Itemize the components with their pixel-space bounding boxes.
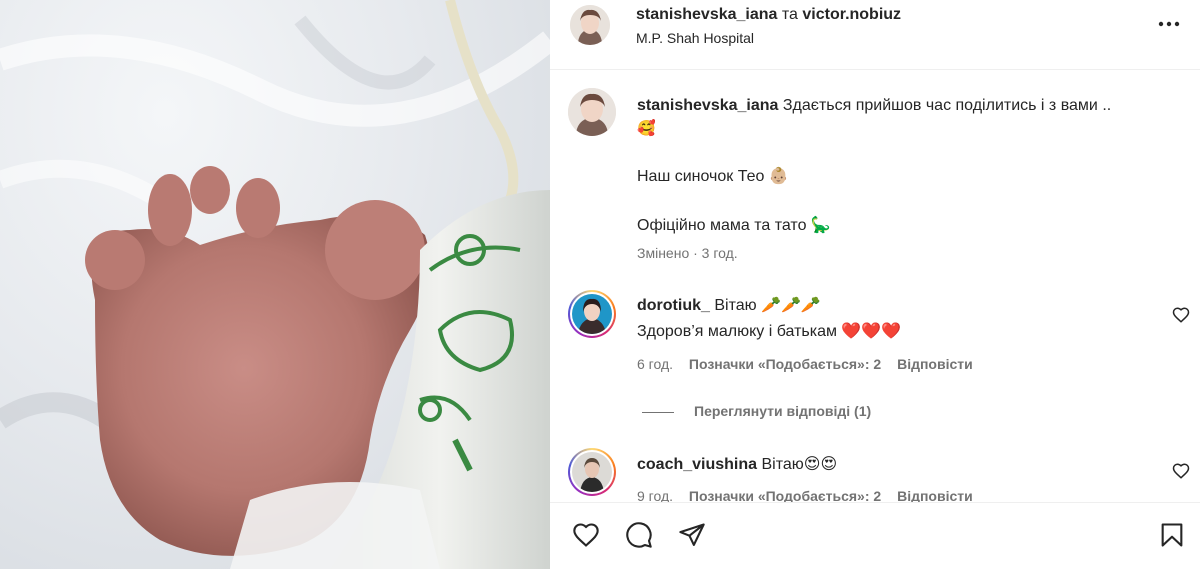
author-avatar[interactable]: [570, 5, 610, 45]
heart-icon: [1172, 463, 1190, 479]
comment-body: dorotiuk_ Вітаю 🥕🥕🥕: [637, 294, 821, 317]
comment-likes-button[interactable]: Позначки «Подобається»: 2: [689, 356, 881, 372]
avatar-image: [568, 88, 616, 136]
bookmark-icon: [1161, 523, 1183, 547]
view-replies-button[interactable]: Переглянути відповіді (1): [642, 403, 871, 419]
heart-icon: [573, 523, 599, 547]
comment-button[interactable]: [625, 521, 653, 549]
comment-text: Вітаю😍😍: [761, 456, 838, 473]
comment-icon: [626, 522, 652, 548]
author-username[interactable]: stanishevska_iana: [636, 6, 777, 23]
collaborator-username[interactable]: victor.nobiuz: [802, 6, 901, 23]
comment-like-button[interactable]: [1172, 462, 1190, 480]
comments-section[interactable]: stanishevska_iana Здається прийшов час п…: [550, 70, 1200, 502]
more-options-button[interactable]: [1156, 11, 1182, 37]
caption-first-line: stanishevska_iana Здається прийшов час п…: [637, 94, 1177, 140]
caption-meta: Змінено · 3 год.: [637, 245, 738, 261]
comment-meta: 6 год. Позначки «Подобається»: 2 Відпові…: [637, 356, 973, 372]
comment-reply-button[interactable]: Відповісти: [897, 356, 973, 372]
commenter-avatar[interactable]: [568, 290, 616, 338]
avatar-image: [572, 452, 612, 492]
caption-line-2: Наш синочок Тео 👶🏼: [637, 168, 789, 185]
comment-meta: 9 год. Позначки «Подобається»: 2 Відпові…: [637, 488, 973, 502]
comment-username[interactable]: coach_viushina: [637, 456, 757, 473]
more-horizontal-icon: [1158, 21, 1180, 27]
comment-time: 6 год.: [637, 356, 674, 372]
caption-avatar[interactable]: [568, 88, 616, 136]
caption-emoji: 🥰: [637, 119, 656, 137]
commenter-avatar[interactable]: [568, 448, 616, 496]
comment-likes-button[interactable]: Позначки «Подобається»: 2: [689, 488, 881, 502]
caption-username[interactable]: stanishevska_iana: [637, 97, 778, 114]
comment-text-line-2: Здоров’я малюку і батькам ❤️❤️❤️: [637, 323, 902, 340]
comment-like-button[interactable]: [1172, 306, 1190, 324]
comment-reply-button[interactable]: Відповісти: [897, 488, 973, 502]
comment-body: coach_viushina Вітаю😍😍: [637, 453, 837, 476]
caption-text: Здається прийшов час поділитись і з вами…: [782, 97, 1112, 114]
like-button[interactable]: [572, 521, 600, 549]
comment-username[interactable]: dorotiuk_: [637, 297, 710, 314]
share-icon: [679, 523, 705, 546]
collab-conjunction: та: [781, 6, 798, 23]
header-usernames: stanishevska_iana та victor.nobiuz: [636, 6, 901, 24]
view-replies-label: Переглянути відповіді (1): [694, 403, 872, 419]
post-panel: stanishevska_iana та victor.nobiuz M.P. …: [550, 0, 1200, 569]
share-button[interactable]: [678, 521, 706, 549]
replies-divider: [642, 411, 674, 413]
caption-line-3: Офіційно мама та тато 🦕: [637, 217, 831, 234]
post-photo[interactable]: [0, 0, 550, 569]
avatar-image: [572, 294, 612, 334]
comment-text: Вітаю 🥕🥕🥕: [714, 297, 821, 314]
comment-time: 9 год.: [637, 488, 674, 502]
post-header: stanishevska_iana та victor.nobiuz M.P. …: [550, 0, 1200, 70]
post-location[interactable]: M.P. Shah Hospital: [636, 30, 754, 46]
action-bar: [550, 502, 1200, 569]
baby-foot-photo: [0, 0, 550, 569]
avatar-image: [570, 5, 610, 45]
heart-icon: [1172, 307, 1190, 323]
save-button[interactable]: [1158, 521, 1186, 549]
